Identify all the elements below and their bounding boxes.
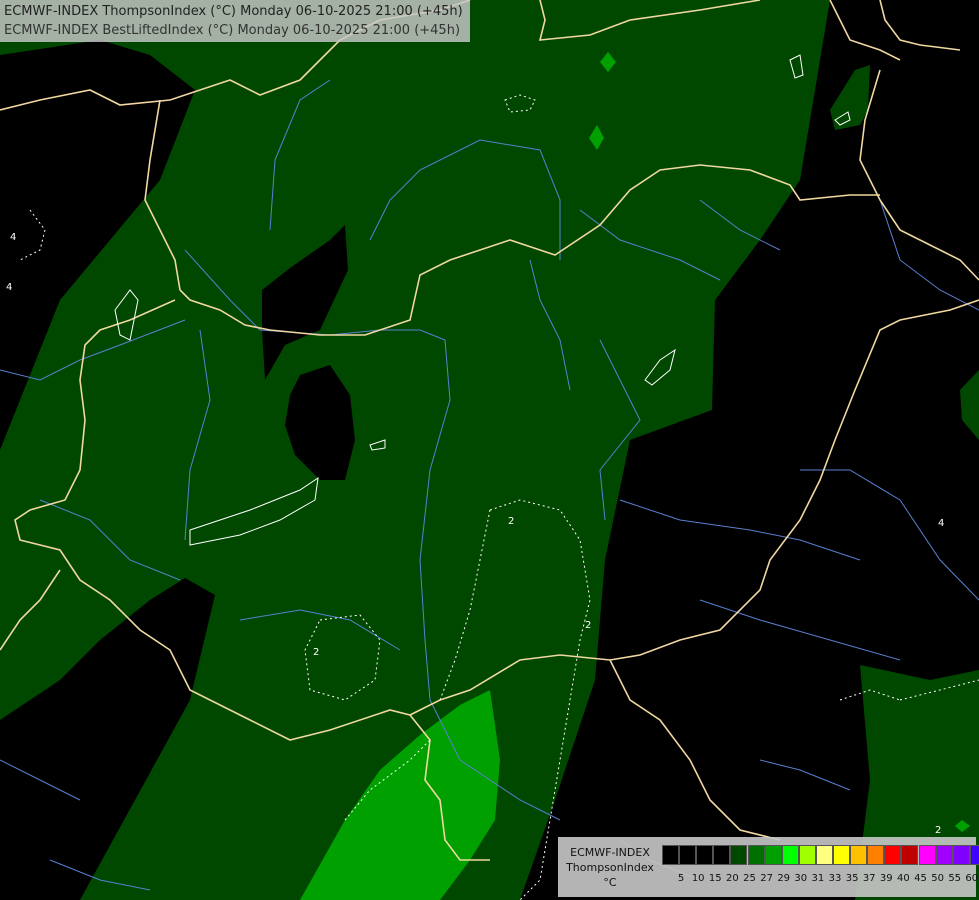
legend-swatch (815, 845, 833, 865)
legend-swatch (747, 845, 765, 865)
legend-swatch (918, 845, 936, 865)
legend-swatch (679, 845, 697, 865)
map-title-box: ECMWF-INDEX ThompsonIndex (°C) Monday 06… (0, 0, 470, 42)
map-title-secondary: ECMWF-INDEX BestLiftedIndex (°C) Monday … (4, 23, 461, 38)
legend-swatch (935, 845, 953, 865)
legend-title-unit: °C (603, 876, 617, 889)
map-title-primary: ECMWF-INDEX ThompsonIndex (°C) Monday 06… (4, 4, 463, 19)
contour-label: 2 (585, 620, 591, 631)
contour-label: 4 (938, 518, 944, 529)
legend-swatch (901, 845, 919, 865)
color-legend: ECMWF-INDEX ThompsonIndex °C 5 10 15 20 25 27… (558, 837, 979, 897)
legend-swatch (867, 845, 885, 865)
legend-swatch (798, 845, 816, 865)
legend-swatch (833, 845, 850, 865)
legend-swatch (662, 845, 679, 865)
weather-map: 4 4 4 2 2 2 2 (0, 0, 979, 900)
legend-swatch (884, 845, 902, 865)
contour-label: 2 (935, 825, 941, 836)
legend-swatch (713, 845, 731, 865)
legend-swatch (850, 845, 868, 865)
contour-label: 2 (313, 647, 319, 658)
contour-label: 4 (6, 282, 12, 293)
legend-swatch (781, 845, 799, 865)
legend-label: 60 (965, 873, 979, 884)
legend-swatch (730, 845, 748, 865)
legend-title-parameter: ThompsonIndex (566, 861, 654, 874)
legend-title-model: ECMWF-INDEX (570, 846, 650, 859)
legend-swatch (764, 845, 782, 865)
contour-label: 4 (10, 232, 16, 243)
legend-swatch (952, 845, 970, 865)
contour-label: 2 (508, 516, 514, 527)
legend-swatch (969, 845, 979, 865)
legend-swatch (696, 845, 714, 865)
